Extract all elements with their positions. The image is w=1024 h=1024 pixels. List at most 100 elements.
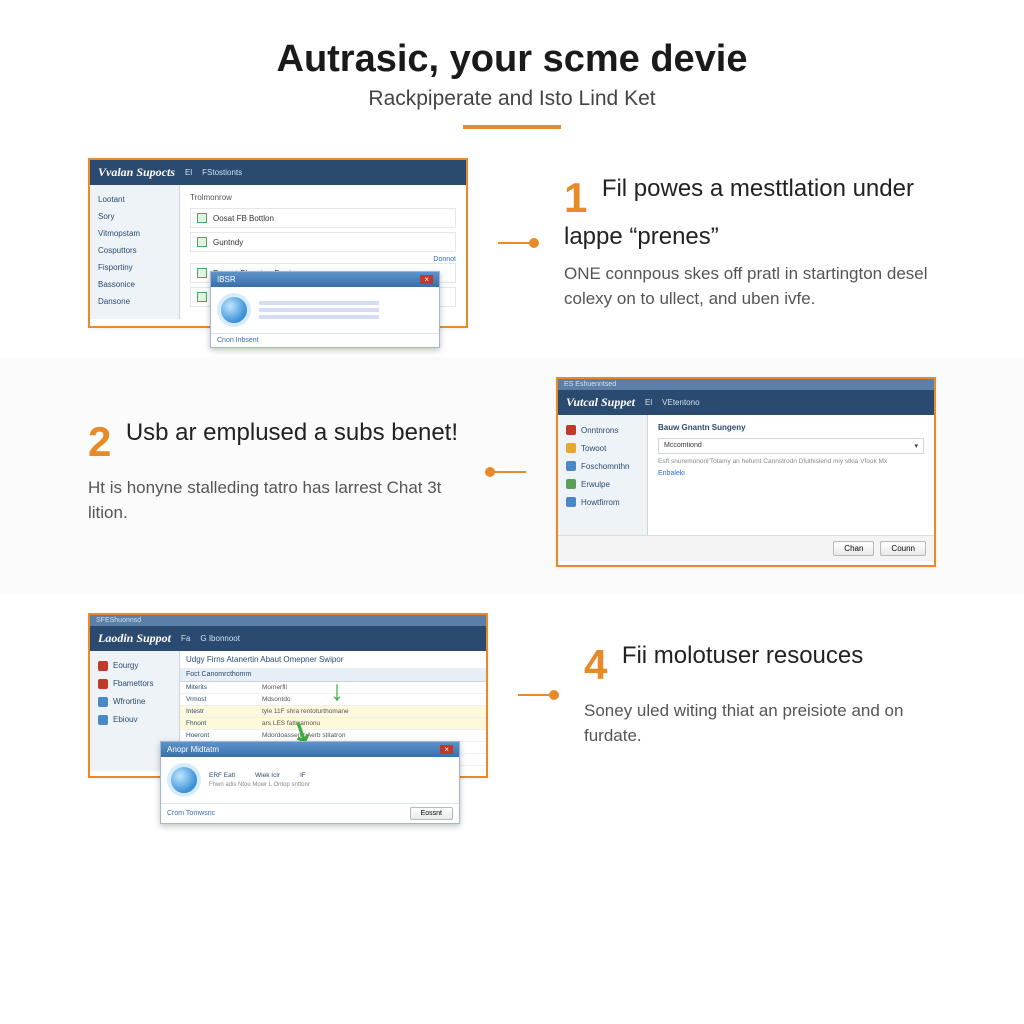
tab[interactable]: El: [645, 398, 652, 407]
checkbox-icon[interactable]: [197, 237, 207, 247]
close-icon[interactable]: ×: [440, 745, 453, 754]
square-icon: [566, 443, 576, 453]
button-bar: Chan Counn: [558, 535, 934, 561]
option-row[interactable]: Guntndy: [190, 232, 456, 252]
step-4: SFEShuonnsd Laodin Suppot Fa G Ibonnoot …: [0, 595, 1024, 795]
app-window-2: ES Eshuenntsed Vutcal Suppet El VEtenton…: [556, 377, 936, 567]
window-titlebar: Vvalan Supocts El FStostionts: [90, 160, 466, 185]
sidebar: Lootant Sory Vitmopstam Cosputtors Fispo…: [90, 185, 180, 319]
breadcrumb: SFEShuonnsd: [90, 615, 486, 626]
page-subtitle: Rackpiperate and Isto Lind Ket: [0, 87, 1024, 111]
sidebar-item[interactable]: Onntnrons: [558, 421, 647, 439]
popup-titlebar: IBSR ×: [211, 272, 439, 287]
dropdown[interactable]: Mccomtiond ▾: [658, 438, 924, 454]
square-icon: [566, 479, 576, 489]
sidebar-item[interactable]: Fisportiny: [90, 259, 179, 276]
step-number: 2: [88, 418, 111, 466]
step-body: Soney uled witing thiat an preisiote and…: [584, 699, 936, 748]
screenshot-2: ES Eshuenntsed Vutcal Suppet El VEtenton…: [556, 377, 936, 567]
link[interactable]: Donnot: [190, 256, 456, 263]
sidebar-item[interactable]: Bassonice: [90, 276, 179, 293]
table-row[interactable]: MiteritsMomerfll: [180, 682, 486, 694]
step-title: Usb ar emplused a subs benet!: [126, 419, 458, 446]
connector: [518, 694, 554, 696]
option-row[interactable]: Oosat FB Bottlon: [190, 208, 456, 228]
page-title: Autrasic, your scme devie: [0, 38, 1024, 81]
sidebar-item[interactable]: Vitmopstam: [90, 225, 179, 242]
window-tabs: Fa G Ibonnoot: [181, 634, 240, 643]
sidebar-item[interactable]: Howtfirrom: [558, 493, 647, 511]
step-2: 2 Usb ar emplused a subs benet! Ht is ho…: [0, 357, 1024, 595]
square-icon: [98, 715, 108, 725]
main-panel: Bauw Gnantn Sungeny Mccomtiond ▾ Esft sn…: [648, 415, 934, 535]
sidebar-item[interactable]: Towoot: [558, 439, 647, 457]
popup-footer: Cnon Inbsent: [211, 333, 439, 347]
sidebar-item[interactable]: Ebiouv: [90, 711, 179, 729]
app-window-3: SFEShuonnsd Laodin Suppot Fa G Ibonnoot …: [88, 613, 488, 778]
table-row[interactable]: VrmostMdsontdo: [180, 694, 486, 706]
sidebar-item[interactable]: Sory: [90, 208, 179, 225]
square-icon: [98, 679, 108, 689]
checkbox-icon[interactable]: [197, 268, 207, 278]
sidebar-item[interactable]: Erwulpe: [558, 475, 647, 493]
confirm-button[interactable]: Counn: [880, 541, 926, 556]
dropdown-value: Mccomtiond: [664, 442, 702, 450]
breadcrumb: ES Eshuenntsed: [558, 379, 934, 390]
table-row[interactable]: Intestrtyle 11F shra rentoturthomane: [180, 706, 486, 718]
sidebar-item[interactable]: Eourgy: [90, 657, 179, 675]
step-title: Fii molotuser resouces: [622, 642, 863, 669]
step-number: 1: [564, 174, 587, 222]
connector: [498, 242, 534, 244]
tab[interactable]: VEtentono: [662, 398, 699, 407]
step-body: ONE connpous skes off pratl in startingt…: [564, 262, 936, 311]
table-row[interactable]: Fhnontars LES fattrramonu: [180, 718, 486, 730]
chevron-down-icon: ▾: [914, 442, 918, 450]
sidebar-item[interactable]: Fbamettors: [90, 675, 179, 693]
popup-dialog: IBSR × Cnon Inbsent: [210, 271, 440, 348]
checkbox-icon[interactable]: [197, 292, 207, 302]
popup-button[interactable]: Eossnt: [410, 807, 453, 820]
checkbox-icon[interactable]: [197, 213, 207, 223]
sidebar-item[interactable]: Lootant: [90, 191, 179, 208]
connector: [490, 471, 526, 473]
popup-title: IBSR: [217, 275, 236, 284]
panel-title: Bauw Gnantn Sungeny: [658, 423, 924, 432]
square-icon: [98, 661, 108, 671]
popup-columns: ERF EatlWiek IclrIF: [209, 772, 453, 779]
step-title: Fil powes a mesttlation under lappe “pre…: [564, 175, 914, 250]
link[interactable]: Enbaleki: [658, 470, 924, 477]
table-header: Foct Canomrcthomm: [180, 668, 486, 682]
square-icon: [566, 425, 576, 435]
window-title: Vutcal Suppet: [566, 395, 635, 410]
popup-text: [259, 298, 379, 322]
tab[interactable]: El: [185, 168, 192, 177]
tab[interactable]: G Ibonnoot: [200, 634, 240, 643]
window-tabs: El VEtentono: [645, 398, 700, 407]
step-copy: 4 Fii molotuser resouces Soney uled witi…: [584, 641, 936, 748]
close-icon[interactable]: ×: [420, 275, 433, 284]
popup-subtext: Fhwn adis Ntou Mowr L Ontop snttonr: [209, 782, 453, 788]
step-copy: 1 Fil powes a mesttlation under lappe “p…: [564, 174, 936, 311]
globe-icon: [167, 763, 201, 797]
sidebar: Onntnrons Towoot Foschomnthn Erwulpe How…: [558, 415, 648, 535]
globe-icon: [217, 293, 251, 327]
sidebar-item[interactable]: Cosputtors: [90, 242, 179, 259]
cancel-button[interactable]: Chan: [833, 541, 874, 556]
sidebar-item[interactable]: Dansone: [90, 293, 179, 310]
tab[interactable]: Fa: [181, 634, 190, 643]
step-number: 4: [584, 641, 607, 689]
tab[interactable]: FStostionts: [202, 168, 242, 177]
step-1: Vvalan Supocts El FStostionts Lootant So…: [0, 137, 1024, 357]
step-copy: 2 Usb ar emplused a subs benet! Ht is ho…: [88, 418, 460, 525]
divider: [463, 125, 561, 129]
window-tabs: El FStostionts: [185, 168, 242, 177]
popup-title: Anopr Midtatm: [167, 745, 219, 754]
sidebar-item[interactable]: Wfrortine: [90, 693, 179, 711]
description-text: Esft snuremonoril'Totamy an hefumt Canns…: [658, 458, 924, 466]
popup-dialog: Anopr Midtatm × ERF EatlWiek IclrIF Fhwn…: [160, 741, 460, 824]
popup-footer: Crom Tomwsnc: [167, 810, 215, 817]
square-icon: [566, 461, 576, 471]
square-icon: [98, 697, 108, 707]
window-title: Laodin Suppot: [98, 631, 171, 646]
sidebar-item[interactable]: Foschomnthn: [558, 457, 647, 475]
